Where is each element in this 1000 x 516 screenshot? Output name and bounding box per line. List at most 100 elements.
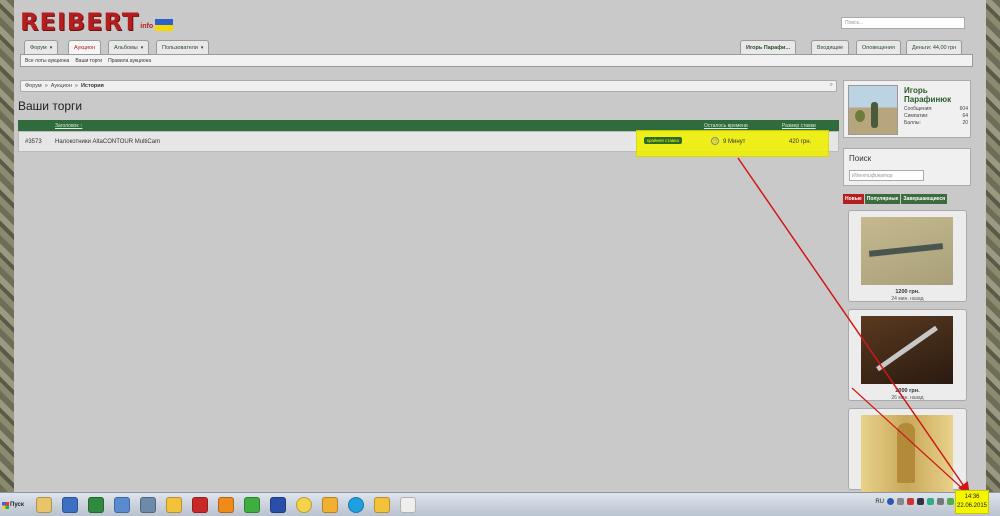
stat-label: Сообщения: — [904, 106, 933, 112]
alerts-label: Оповещения — [862, 44, 895, 51]
chevron-down-icon: ▾ — [140, 44, 144, 51]
page-title: Ваши торги — [18, 99, 83, 113]
windows-icon — [2, 501, 9, 509]
skype-icon[interactable] — [348, 497, 364, 513]
avatar[interactable] — [848, 85, 898, 135]
profile-last-name: Парафинюк — [904, 95, 952, 104]
breadcrumb-auction[interactable]: Аукцион — [51, 83, 72, 89]
breadcrumb: Форум » Аукцион » История ⌕ — [20, 80, 837, 92]
page: REIBERT info Поиск... Форум ▾ Аукцион Аль… — [14, 0, 986, 493]
money-button[interactable]: Деньги: 44,00 грн — [906, 40, 963, 54]
start-button[interactable]: Пуск — [0, 496, 28, 514]
tab-users[interactable]: Пользователи ▾ — [156, 40, 210, 54]
alerts-button[interactable]: Оповещения — [856, 40, 901, 54]
tray-icon[interactable] — [917, 498, 924, 505]
lot-price: 1200 грн. — [895, 289, 920, 295]
tray-icon[interactable] — [937, 498, 944, 505]
help-icon[interactable] — [887, 498, 894, 505]
lot-card[interactable]: 1200 грн. 24 мин. назад — [848, 210, 967, 302]
lot-card[interactable]: 2000 грн. 26 мин. назад — [848, 309, 967, 401]
lot-image[interactable] — [861, 217, 953, 285]
tab-forum[interactable]: Форум ▾ — [24, 40, 59, 54]
site-logo[interactable]: REIBERT info — [20, 8, 174, 36]
app-icon[interactable] — [114, 497, 130, 513]
folder-icon[interactable] — [36, 497, 52, 513]
inbox-label: Входящие — [817, 44, 844, 51]
1c-icon[interactable] — [374, 497, 390, 513]
volume-icon[interactable] — [947, 498, 954, 505]
solitaire-icon[interactable] — [400, 497, 416, 513]
column-header-time-left[interactable]: Осталось времени — [704, 123, 748, 129]
tab-popular[interactable]: Популярные — [864, 194, 901, 204]
tab-albums-label: Альбомы — [114, 44, 138, 51]
tray-icon[interactable] — [907, 498, 914, 505]
tab-albums[interactable]: Альбомы ▾ — [108, 40, 150, 54]
chrome-icon[interactable] — [296, 497, 312, 513]
excel-icon[interactable] — [88, 497, 104, 513]
1c-icon[interactable] — [166, 497, 182, 513]
save-icon[interactable] — [270, 497, 286, 513]
lot-time-ago: 24 мин. назад — [891, 296, 924, 302]
lot-bid: 420 грн. — [789, 139, 812, 145]
chevron-down-icon: ▾ — [200, 44, 204, 51]
user-menu-label: Игорь Парафи... — [746, 44, 791, 51]
stat-value: 604 — [959, 106, 968, 112]
chevron-down-icon: ▾ — [49, 44, 53, 51]
app-green-icon[interactable] — [244, 497, 260, 513]
lot-time-left: 9 Минут — [723, 139, 746, 145]
user-menu-button[interactable]: Игорь Парафи... — [740, 40, 797, 54]
profile-name[interactable]: Игорь Парафинюк — [904, 86, 951, 104]
language-indicator[interactable]: RU — [875, 499, 884, 505]
lot-id: #3573 — [25, 139, 42, 145]
tray-icon[interactable] — [897, 498, 904, 505]
breadcrumb-history: История — [80, 83, 104, 89]
search-icon[interactable]: ⌕ — [830, 82, 833, 89]
logo-sub: info — [140, 23, 154, 30]
mail-icon[interactable] — [322, 497, 338, 513]
terminal-icon[interactable] — [140, 497, 156, 513]
money-label: Деньги: 44,00 грн — [912, 44, 957, 51]
tab-forum-label: Форум — [30, 44, 47, 51]
word-icon[interactable] — [62, 497, 78, 513]
subnav-your-bids[interactable]: Ваши торги — [75, 58, 102, 64]
profile-stats: Сообщения: 604 Симпатии: 64 Баллы: 20 — [904, 106, 968, 127]
taskbar-clock[interactable]: 14:36 22.06.2015 — [955, 490, 989, 514]
breadcrumb-forum[interactable]: Форум — [25, 83, 42, 89]
main-nav: Форум ▾ Аукцион Альбомы ▾ Пользователи ▾ Иг… — [20, 40, 973, 54]
lot-image[interactable] — [861, 316, 953, 384]
camo-border-left — [0, 0, 14, 492]
app-orange-icon[interactable] — [218, 497, 234, 513]
lot-id-input[interactable]: Идентификатор — [849, 170, 924, 181]
start-label: Пуск — [10, 502, 24, 508]
lot-card[interactable] — [848, 408, 967, 493]
tab-ending[interactable]: Завершающиеся — [901, 194, 948, 204]
column-header-title[interactable]: Заголовок ↑ — [55, 123, 82, 129]
subnav-all-lots[interactable]: Все лоты аукциона — [25, 58, 69, 64]
auction-subnav: Все лоты аукциона Ваши торги Правила аук… — [20, 54, 973, 67]
sidebar-search-title: Поиск — [849, 154, 872, 163]
tab-users-label: Пользователи — [162, 44, 198, 51]
taskbar: Пуск RU — [0, 492, 1000, 516]
lot-price: 2000 грн. — [895, 388, 920, 394]
system-tray: RU — [875, 498, 954, 505]
stat-label: Баллы: — [904, 120, 921, 126]
sidebar-search: Поиск Идентификатор — [843, 148, 971, 186]
tab-auction[interactable]: Аукцион — [68, 40, 102, 54]
inbox-button[interactable]: Входящие — [811, 40, 850, 54]
lot-time-ago: 26 мин. назад — [891, 395, 924, 401]
clock-icon: ◷ — [711, 137, 719, 145]
tray-icon[interactable] — [927, 498, 934, 505]
subnav-auction-rules[interactable]: Правила аукциона — [108, 58, 151, 64]
clock-time: 14:36 — [964, 494, 980, 500]
lot-image[interactable] — [861, 415, 953, 493]
stat-value: 20 — [962, 120, 968, 126]
app-red-icon[interactable] — [192, 497, 208, 513]
search-input[interactable]: Поиск... — [841, 17, 965, 29]
lot-tabs: Новые Популярные Завершающиеся — [843, 194, 971, 204]
lot-title[interactable]: Налокотники AltaCONTOUR MultiCam — [55, 139, 160, 145]
camo-border-right — [986, 0, 1000, 492]
tab-auction-label: Аукцион — [74, 44, 96, 51]
column-header-bid-size[interactable]: Размер ставки — [782, 123, 816, 129]
clock-date: 22.06.2015 — [956, 503, 988, 509]
tab-new[interactable]: Новые — [843, 194, 864, 204]
